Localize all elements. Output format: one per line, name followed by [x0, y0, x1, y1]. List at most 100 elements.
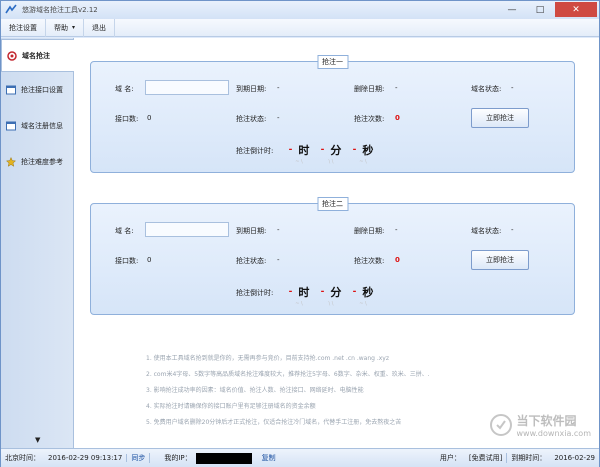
window-title: 悠游域名抢注工具v2.12: [22, 6, 98, 14]
snipe-times-value: 0: [395, 114, 400, 122]
port-count-value: 0: [147, 114, 152, 122]
hour-unit: 时: [298, 144, 310, 157]
watermark-logo-icon: [490, 414, 513, 436]
second-dash: -: [352, 145, 357, 155]
snipe-status-value: -: [277, 114, 280, 122]
watermark-sub: www.downxia.com: [516, 429, 591, 438]
domain-input[interactable]: [145, 222, 229, 237]
domain-status-value: -: [511, 226, 514, 234]
ip-redacted: [195, 452, 252, 464]
menu-label: 抢注设置: [9, 23, 37, 32]
beijing-time-label: 北京时间：: [5, 454, 40, 462]
snipe-times-label: 抢注次数:: [354, 257, 385, 265]
title-bar[interactable]: 悠游域名抢注工具v2.12 — □ ✕: [1, 1, 599, 19]
sync-link[interactable]: 同步: [127, 453, 151, 463]
window-icon: [6, 85, 16, 95]
status-bar: 北京时间： 2016-02-29 09:13:17 同步 我的IP： 复制 用户…: [1, 448, 599, 467]
menu-exit[interactable]: 退出: [84, 18, 116, 37]
countdown-label: 抢注倒计时:: [236, 147, 274, 155]
main-content: 抢注一 域 名: 到期日期: - 删除日期: - 域名状态: - 接口数: 0 …: [74, 38, 599, 448]
delete-date-label: 删除日期:: [354, 227, 385, 235]
expire-date-value: -: [277, 226, 280, 234]
chevron-down-icon: ▾: [72, 24, 76, 31]
note-item: 2. com米4字母、5数字等高品质域名抢注难度较大，推荐抢注5字母、6数字、杂…: [146, 371, 430, 378]
hour-sub: ~ \: [295, 159, 303, 165]
beijing-time-value: 2016-02-29 09:13:17: [44, 454, 128, 462]
snipe-panel-1: 抢注一 域 名: 到期日期: - 删除日期: - 域名状态: - 接口数: 0 …: [90, 55, 575, 173]
expire-date-label: 到期日期:: [236, 85, 267, 93]
second-dash: -: [352, 287, 357, 297]
domain-label: 域 名:: [115, 85, 134, 93]
snipe-now-button[interactable]: 立即抢注: [471, 108, 529, 128]
sidebar-item-label: 域名抢注: [22, 51, 50, 60]
hour-dash: -: [288, 287, 293, 297]
hour-sub: ~ \: [295, 301, 303, 307]
hour-unit: 时: [298, 286, 310, 299]
second-sub: ~ \: [359, 159, 367, 165]
delete-date-value: -: [395, 226, 398, 234]
delete-date-label: 删除日期:: [354, 85, 385, 93]
port-count-label: 接口数:: [115, 257, 139, 265]
star-icon: [6, 157, 16, 167]
snipe-status-label: 抢注状态:: [236, 115, 267, 123]
port-count-value: 0: [147, 256, 152, 264]
user-value: [免费试用]: [465, 453, 508, 463]
sidebar-item-domain-snipe[interactable]: 域名抢注: [1, 39, 75, 72]
expire-date-value: -: [277, 84, 280, 92]
note-item: 1. 使用本工具域名抢到就是你的，无需再参与竞价，目前支持抢.com .net …: [146, 355, 390, 362]
menu-help[interactable]: 帮助 ▾: [46, 18, 85, 37]
minute-unit: 分: [330, 144, 342, 157]
countdown: - 时 ~ \ - 分 \ \ - 秒 ~ \: [283, 142, 379, 165]
copy-link[interactable]: 复制: [258, 453, 280, 463]
second-unit: 秒: [362, 286, 374, 299]
countdown-label: 抢注倒计时:: [236, 289, 274, 297]
domain-status-label: 域名状态:: [471, 227, 502, 235]
hour-dash: -: [288, 145, 293, 155]
my-ip-label: 我的IP：: [164, 454, 192, 462]
domain-status-label: 域名状态:: [471, 85, 502, 93]
port-count-label: 接口数:: [115, 115, 139, 123]
countdown: - 时 ~ \ - 分 \ \ - 秒 ~ \: [283, 284, 379, 307]
expire-date-label: 到期日期:: [236, 227, 267, 235]
menu-snipe-settings[interactable]: 抢注设置: [1, 18, 46, 37]
close-button[interactable]: ✕: [555, 2, 597, 17]
snipe-status-value: -: [277, 256, 280, 264]
minute-dash: -: [320, 287, 325, 297]
snipe-panel-2: 抢注二 域 名: 到期日期: - 删除日期: - 域名状态: - 接口数: 0 …: [90, 197, 575, 315]
sidebar-item-interface-settings[interactable]: 抢注接口设置: [1, 72, 73, 108]
snipe-status-label: 抢注状态:: [236, 257, 267, 265]
menu-label: 退出: [92, 23, 107, 32]
user-label: 用户：: [439, 454, 461, 462]
domain-label: 域 名:: [115, 227, 134, 235]
snipe-now-button[interactable]: 立即抢注: [471, 250, 529, 270]
minute-sub: \ \: [328, 159, 334, 165]
second-sub: ~ \: [359, 301, 367, 307]
scroll-down-icon[interactable]: ▼: [35, 436, 40, 444]
note-item: 3. 影响抢注成功率的因素：域名价值、抢注人数、抢注接口、网络延时、电脑性能: [146, 387, 364, 394]
app-window: 悠游域名抢注工具v2.12 — □ ✕ 抢注设置 帮助 ▾ 退出 域名抢注 抢注接…: [0, 0, 600, 467]
menu-bar: 抢注设置 帮助 ▾ 退出: [1, 18, 599, 37]
sidebar-item-label: 抢注接口设置: [21, 86, 63, 94]
minute-unit: 分: [330, 286, 342, 299]
target-icon: [7, 50, 17, 61]
watermark-main: 当下软件园: [516, 414, 577, 428]
maximize-button[interactable]: □: [527, 2, 553, 17]
sidebar-item-difficulty-reference[interactable]: 抢注难度参考: [1, 144, 73, 180]
window-icon: [6, 121, 16, 131]
menu-label: 帮助: [54, 23, 68, 32]
app-logo-icon: [5, 4, 17, 14]
delete-date-value: -: [395, 84, 398, 92]
sidebar-item-label: 域名注册信息: [21, 122, 63, 130]
minute-dash: -: [320, 145, 325, 155]
domain-input[interactable]: [145, 80, 229, 95]
second-unit: 秒: [362, 144, 374, 157]
sidebar-item-label: 抢注难度参考: [21, 158, 63, 166]
minute-sub: \ \: [328, 301, 334, 307]
watermark: 当下软件园 www.downxia.com: [490, 412, 591, 438]
panel-title: 抢注一: [317, 55, 348, 69]
expire-time-value: 2016-02-29: [554, 454, 595, 462]
snipe-times-label: 抢注次数:: [354, 115, 385, 123]
sidebar-item-registration-info[interactable]: 域名注册信息: [1, 108, 73, 144]
minimize-button[interactable]: —: [499, 2, 525, 17]
sidebar: 域名抢注 抢注接口设置 域名注册信息 抢注难度参考 ▼: [1, 38, 75, 448]
